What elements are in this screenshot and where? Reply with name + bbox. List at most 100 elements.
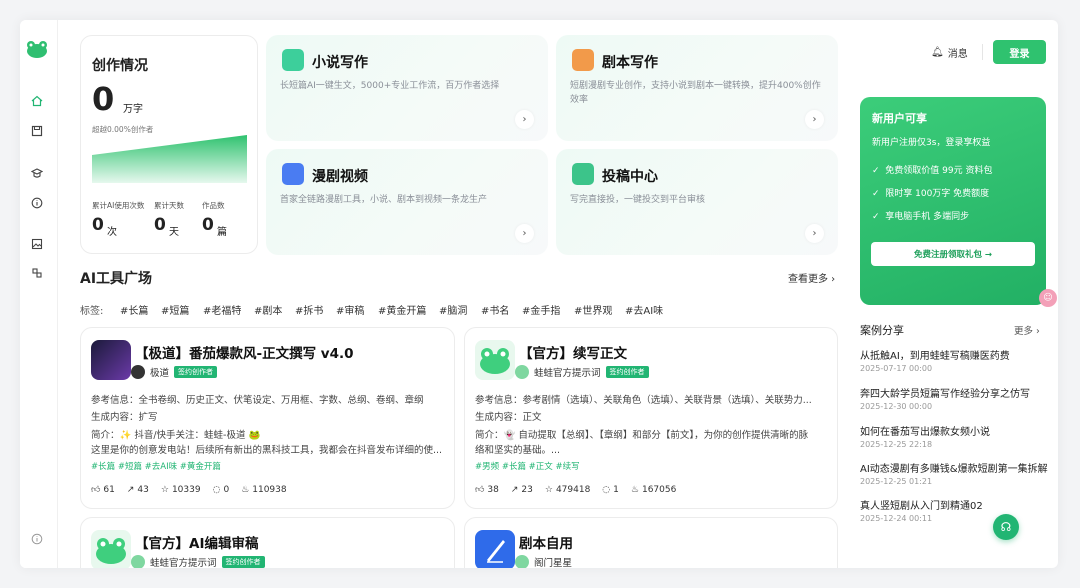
tool-card[interactable]: 【官方】续写正文 蛙蛙官方提示词 签约创作者 参考信息：参考剧情（选填）、关联角… [464, 327, 838, 509]
tool-author: 蛙蛙官方提示词 签约创作者 [515, 365, 649, 379]
thumbs-up-icon: 👍︎ [91, 485, 101, 495]
tool-tags: #长篇 #短篇 #去AI味 #黄金开篇 [91, 462, 221, 472]
case-item-title[interactable]: 真人竖短剧从入门到精通02 [860, 497, 983, 512]
tools-more-link[interactable]: 查看更多 › [788, 270, 835, 285]
tag-filter[interactable]: #脑洞 [439, 302, 467, 317]
tool-ref: 参考信息：参考剧情（选填）、关联角色（选填）、关联背景（选填）、关联势力... [475, 395, 812, 406]
login-button[interactable]: 登录 [993, 40, 1046, 64]
floating-assistant-icon[interactable]: ☺ [1039, 289, 1057, 307]
script-icon [572, 49, 594, 71]
tools-icon[interactable] [30, 266, 44, 280]
signed-badge: 签约创作者 [605, 366, 649, 378]
promo-card: 新用户可享 新用户注册仅3s，登录享权益 ✓ 免费领取价值 99元 资料包 ✓ … [860, 97, 1046, 305]
tool-gen: 生成内容：正文 [475, 412, 542, 423]
tool-stats: 👍︎ 61 ↗ 43 ☆ 10339 ◌ 0 ♨ 110938 [91, 485, 287, 495]
stats-title: 创作情况 [92, 58, 148, 74]
home-icon[interactable] [30, 94, 44, 108]
star-stat[interactable]: ☆ 479418 [545, 485, 590, 495]
case-item-date: 2025-12-30 00:00 [860, 402, 933, 411]
comment-icon: ◌ [602, 485, 611, 495]
support-headset-icon[interactable]: ☊ [993, 514, 1019, 540]
tool-name: 【极道】番茄爆款风-正文撰写 v4.0 [135, 346, 354, 362]
tool-avatar [475, 530, 515, 568]
share-stat[interactable]: ↗ 23 [511, 485, 533, 495]
feature-title: 漫剧视频 [312, 169, 368, 185]
tool-card[interactable]: 剧本自用 阁门星星 [464, 517, 838, 568]
register-gift-button[interactable]: 免费注册领取礼包 → [871, 242, 1035, 266]
case-item-date: 2025-12-24 00:11 [860, 514, 933, 523]
frog-logo-icon[interactable] [26, 40, 48, 58]
comment-stat[interactable]: ◌ 1 [602, 485, 619, 495]
share-icon: ↗ [510, 485, 519, 495]
signed-badge: 签约创作者 [221, 556, 265, 568]
promo-item: ✓ 免费领取价值 99元 资料包 [872, 166, 993, 176]
tool-intro-cont: 这里是你的创意发电站！后续所有新出的黑科技工具，我都会在抖音发布详细的使... [91, 445, 443, 456]
feature-title: 投稿中心 [602, 169, 658, 185]
tool-avatar [475, 340, 515, 380]
like-stat[interactable]: 👍︎ 61 [91, 485, 115, 495]
tool-stats: 👍︎ 38 ↗ 23 ☆ 479418 ◌ 1 ♨ 167056 [475, 485, 676, 495]
feature-script-card[interactable]: 剧本写作 短剧漫剧专业创作，支持小说到剧本一键转换，提升400%创作效率 › [556, 35, 838, 141]
tag-filter[interactable]: #黄金开篇 [378, 302, 426, 317]
tag-filter[interactable]: #金手指 [522, 302, 560, 317]
case-item-date: 2025-12-25 01:21 [860, 477, 933, 486]
share-icon: ↗ [126, 485, 135, 495]
image-icon[interactable] [30, 237, 44, 251]
tag-filter[interactable]: #老福特 [203, 302, 241, 317]
feature-title: 小说写作 [312, 55, 368, 71]
unit-ai-uses: 次 [107, 227, 117, 238]
case-item-title[interactable]: 如何在番茄写出爆款女频小说 [860, 423, 990, 438]
tag-filter[interactable]: #审稿 [336, 302, 364, 317]
tag-filter[interactable]: #去AI味 [625, 302, 663, 317]
promo-item: ✓ 限时享 100万字 免费额度 [872, 189, 990, 199]
comment-icon: ◌ [212, 485, 221, 495]
chevron-right-icon[interactable]: › [805, 110, 824, 129]
bell-icon: 🔔︎ [931, 47, 944, 58]
thumbs-up-icon: 👍︎ [475, 485, 485, 495]
feature-desc: 首家全链路漫剧工具，小说、剧本到视频一条龙生产 [280, 195, 488, 205]
chevron-right-icon[interactable]: › [515, 110, 534, 129]
chevron-right-icon[interactable]: › [515, 224, 534, 243]
like-stat[interactable]: 👍︎ 38 [475, 485, 499, 495]
unit-days: 天 [169, 227, 179, 238]
tag-filter[interactable]: #世界观 [574, 302, 612, 317]
tool-name: 剧本自用 [519, 536, 573, 552]
chevron-right-icon[interactable]: › [805, 224, 824, 243]
tag-filter[interactable]: #短篇 [161, 302, 189, 317]
cases-more-link[interactable]: 更多 › [1014, 323, 1040, 337]
case-item-title[interactable]: 从抵触AI，到用蛙蛙写稿赚医药费 [860, 347, 1010, 362]
label-days: 累计天数 [154, 201, 184, 210]
save-icon[interactable] [30, 124, 44, 138]
tags-label: 标签: [80, 306, 104, 317]
tool-intro-cont: 络和坚实的基础。... [475, 445, 561, 456]
feature-desc: 短剧漫剧专业创作，支持小说到剧本一键转换，提升400%创作效率 [570, 81, 821, 105]
use-stat: ♨ 110938 [241, 485, 287, 495]
comment-stat[interactable]: ◌ 0 [213, 485, 230, 495]
graduation-cap-icon[interactable] [30, 166, 44, 180]
tool-tags: #男频 #长篇 #正文 #续写 [475, 462, 580, 472]
promo-subtitle: 新用户注册仅3s，登录享权益 [872, 138, 991, 148]
feature-novel-card[interactable]: 小说写作 长短篇AI一键生文，5000+专业工作流，百万作者选择 › [266, 35, 548, 141]
tag-filter[interactable]: #拆书 [295, 302, 323, 317]
share-stat[interactable]: ↗ 43 [127, 485, 149, 495]
author-avatar [131, 365, 145, 379]
tag-filter[interactable]: #书名 [481, 302, 509, 317]
case-item-title[interactable]: AI动态漫剧有多赚钱&爆款短剧第一集拆解 [860, 460, 1048, 475]
feature-submit-card[interactable]: 投稿中心 写完直接投，一键投交到平台审核 › [556, 149, 838, 255]
message-link[interactable]: 🔔︎ 消息 [931, 45, 968, 60]
book-icon [282, 49, 304, 71]
help-icon[interactable] [30, 532, 44, 546]
words-value: 0 [92, 80, 115, 118]
sidebar [20, 20, 58, 568]
info-icon[interactable] [30, 196, 44, 210]
case-item-date: 2025-12-25 22:18 [860, 440, 933, 449]
tool-card[interactable]: 【官方】AI编辑审稿 蛙蛙官方提示词 签约创作者 [80, 517, 455, 568]
feature-video-card[interactable]: 漫剧视频 首家全链路漫剧工具，小说、剧本到视频一条龙生产 › [266, 149, 548, 255]
video-icon [282, 163, 304, 185]
star-stat[interactable]: ☆ 10339 [161, 485, 201, 495]
feature-desc: 长短篇AI一键生文，5000+专业工作流，百万作者选择 [280, 81, 500, 91]
tool-card[interactable]: 【极道】番茄爆款风-正文撰写 v4.0 极道 签约创作者 参考信息：全书卷纲、历… [80, 327, 455, 509]
case-item-title[interactable]: 奔四大龄学员短篇写作经验分享之仿写 [860, 385, 1030, 400]
tag-filter[interactable]: #长篇 [120, 302, 148, 317]
tag-filter[interactable]: #剧本 [254, 302, 282, 317]
